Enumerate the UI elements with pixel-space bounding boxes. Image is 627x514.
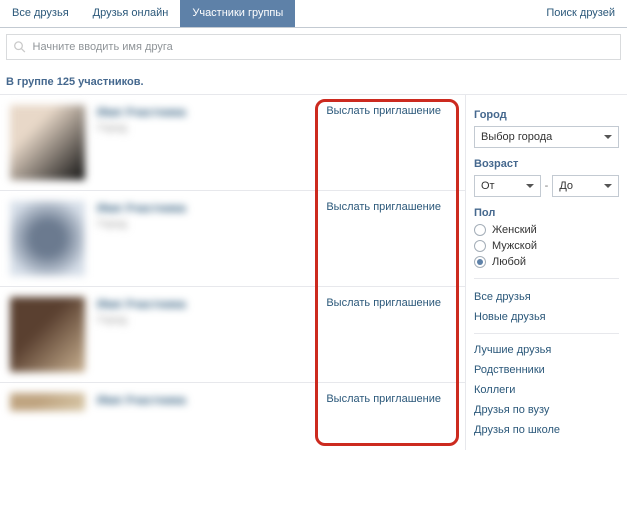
chevron-down-icon bbox=[604, 184, 612, 188]
age-from-value: От bbox=[481, 180, 495, 192]
invite-link[interactable]: Выслать приглашение bbox=[326, 393, 455, 411]
content: Имя Участника Город Выслать приглашение … bbox=[0, 95, 627, 450]
invite-link[interactable]: Выслать приглашение bbox=[326, 105, 455, 180]
member-row: Имя Участника Город Выслать приглашение bbox=[0, 191, 465, 287]
search-bar bbox=[6, 34, 621, 60]
tabs-bar: Все друзья Друзья онлайн Участники групп… bbox=[0, 0, 627, 28]
sidebar-links: Все друзья Новые друзья Лучшие друзья Ро… bbox=[474, 278, 619, 440]
age-label: Возраст bbox=[474, 158, 619, 170]
member-sub: Город bbox=[97, 122, 326, 134]
member-name[interactable]: Имя Участника bbox=[97, 297, 326, 311]
sb-link-uni[interactable]: Друзья по вузу bbox=[474, 400, 619, 420]
gender-label: Пол bbox=[474, 207, 619, 219]
sb-link-colleagues[interactable]: Коллеги bbox=[474, 380, 619, 400]
member-name[interactable]: Имя Участника bbox=[97, 201, 326, 215]
member-info: Имя Участника Город bbox=[85, 297, 326, 372]
member-sub: Город bbox=[97, 218, 326, 230]
member-name[interactable]: Имя Участника bbox=[97, 393, 326, 407]
range-separator: - bbox=[545, 180, 549, 192]
tab-group-members[interactable]: Участники группы bbox=[180, 0, 295, 27]
tab-all-friends[interactable]: Все друзья bbox=[0, 0, 81, 27]
search-icon bbox=[13, 40, 27, 54]
age-from-select[interactable]: От bbox=[474, 175, 541, 197]
sb-link-best[interactable]: Лучшие друзья bbox=[474, 340, 619, 360]
member-info: Имя Участника Город bbox=[85, 201, 326, 276]
chevron-down-icon bbox=[526, 184, 534, 188]
invite-link[interactable]: Выслать приглашение bbox=[326, 297, 455, 372]
radio-label: Женский bbox=[492, 224, 537, 236]
avatar[interactable] bbox=[10, 105, 85, 180]
sb-link-new[interactable]: Новые друзья bbox=[474, 307, 619, 327]
gender-radio-male[interactable]: Мужской bbox=[474, 240, 619, 252]
invite-link[interactable]: Выслать приглашение bbox=[326, 201, 455, 276]
age-to-select[interactable]: До bbox=[552, 175, 619, 197]
member-count: В группе 125 участников. bbox=[0, 66, 627, 95]
age-row: От - До bbox=[474, 175, 619, 197]
city-label: Город bbox=[474, 109, 619, 121]
tab-search-friends[interactable]: Поиск друзей bbox=[534, 0, 627, 27]
search-input[interactable] bbox=[33, 41, 614, 53]
filter-sidebar: Город Выбор города Возраст От - До Пол Ж… bbox=[465, 95, 627, 450]
radio-label: Любой bbox=[492, 256, 526, 268]
tab-friends-online[interactable]: Друзья онлайн bbox=[81, 0, 181, 27]
member-sub: Город bbox=[97, 314, 326, 326]
avatar[interactable] bbox=[10, 297, 85, 372]
avatar[interactable] bbox=[10, 201, 85, 276]
divider bbox=[474, 333, 619, 334]
member-row: Имя Участника Город Выслать приглашение bbox=[0, 287, 465, 383]
gender-radio-any[interactable]: Любой bbox=[474, 256, 619, 268]
sb-link-relatives[interactable]: Родственники bbox=[474, 360, 619, 380]
radio-label: Мужской bbox=[492, 240, 537, 252]
radio-icon bbox=[474, 240, 486, 252]
members-list: Имя Участника Город Выслать приглашение … bbox=[0, 95, 465, 450]
city-select[interactable]: Выбор города bbox=[474, 126, 619, 148]
city-select-value: Выбор города bbox=[481, 131, 552, 143]
radio-icon bbox=[474, 224, 486, 236]
member-name[interactable]: Имя Участника bbox=[97, 105, 326, 119]
sb-link-all[interactable]: Все друзья bbox=[474, 287, 619, 307]
member-info: Имя Участника bbox=[85, 393, 326, 411]
member-row: Имя Участника Выслать приглашение bbox=[0, 383, 465, 413]
gender-radio-female[interactable]: Женский bbox=[474, 224, 619, 236]
avatar[interactable] bbox=[10, 393, 85, 411]
chevron-down-icon bbox=[604, 135, 612, 139]
radio-icon bbox=[474, 256, 486, 268]
sb-link-school[interactable]: Друзья по школе bbox=[474, 420, 619, 440]
member-row: Имя Участника Город Выслать приглашение bbox=[0, 95, 465, 191]
age-to-value: До bbox=[559, 180, 573, 192]
member-info: Имя Участника Город bbox=[85, 105, 326, 180]
